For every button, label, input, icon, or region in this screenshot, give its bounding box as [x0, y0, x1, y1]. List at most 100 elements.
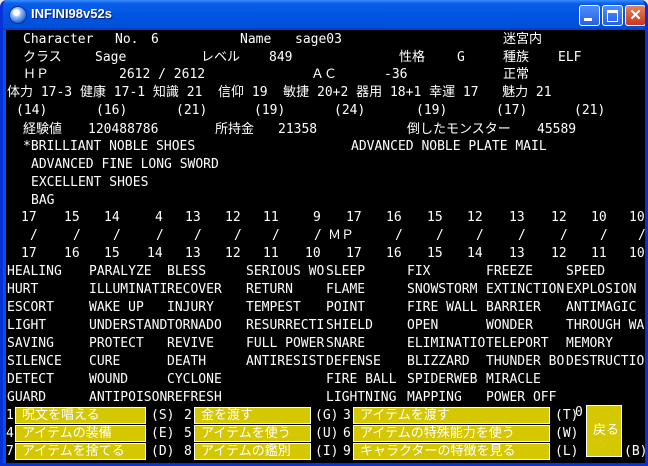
- spell-name[interactable]: DESTRUCTIO: [566, 354, 644, 370]
- menu-button[interactable]: アイテムの鑑別: [194, 443, 311, 460]
- mp-max-value: 11: [263, 246, 279, 261]
- maximize-button[interactable]: [602, 5, 623, 26]
- spell-name[interactable]: MEMORY: [566, 336, 613, 352]
- menu-button[interactable]: 金を渡す: [194, 407, 311, 424]
- menu-button[interactable]: アイテムを使う: [194, 425, 311, 442]
- spell-name[interactable]: MIRACLE: [486, 372, 541, 388]
- back-number: 0: [575, 405, 583, 420]
- spell-name[interactable]: DEFENSE: [326, 354, 381, 370]
- item-slot[interactable]: *BRILLIANT NOBLE SHOES: [23, 139, 195, 155]
- spell-name[interactable]: REFRESH: [167, 390, 222, 406]
- spell-name[interactable]: ESCORT: [7, 300, 54, 316]
- menu-button[interactable]: 呪文を唱える: [15, 407, 146, 424]
- spell-name[interactable]: RESURRECTI: [246, 318, 324, 334]
- spell-name[interactable]: SAVING: [7, 336, 54, 352]
- menu-number: 9: [343, 444, 351, 459]
- minimize-button[interactable]: [579, 5, 600, 26]
- race-label: 種族: [503, 50, 530, 65]
- mp-max-value: 17: [21, 246, 37, 261]
- spell-name[interactable]: SILENCE: [7, 354, 62, 370]
- back-button[interactable]: 戻る: [586, 405, 622, 457]
- spell-name[interactable]: WONDER: [486, 318, 533, 334]
- spell-name[interactable]: FLAME: [326, 282, 365, 298]
- spell-name[interactable]: WAKE UP: [89, 300, 144, 316]
- menu-button-label: アイテムの鑑別: [201, 444, 291, 459]
- spell-name[interactable]: PARALYZE: [89, 264, 152, 280]
- spell-name[interactable]: DETECT: [7, 372, 54, 388]
- mp-current-value: 9: [313, 210, 321, 225]
- spell-name[interactable]: GUARD: [7, 390, 46, 406]
- spell-name[interactable]: SNOWSTORM: [407, 282, 477, 298]
- spell-name[interactable]: THUNDER BO: [486, 354, 564, 370]
- spell-name[interactable]: TELEPORT: [486, 336, 549, 352]
- spell-name[interactable]: SPEED: [566, 264, 605, 280]
- spell-name[interactable]: LIGHTNING: [326, 390, 396, 406]
- mp-max-value: 15: [104, 246, 120, 261]
- spell-name[interactable]: ANTIRESIST: [246, 354, 324, 370]
- spell-name[interactable]: BLESS: [167, 264, 206, 280]
- spell-name[interactable]: DEATH: [167, 354, 206, 370]
- spell-name[interactable]: FIRE BALL: [326, 372, 396, 388]
- item-slot[interactable]: ADVANCED FINE LONG SWORD: [31, 157, 219, 173]
- spell-name[interactable]: BLIZZARD: [407, 354, 470, 370]
- spell-name[interactable]: ILLUMINATI: [89, 282, 167, 298]
- spell-name[interactable]: ANTIPOISON: [89, 390, 167, 406]
- mp-slash: /: [314, 228, 322, 243]
- mp-current-value: 4: [155, 210, 163, 225]
- item-slot[interactable]: ADVANCED NOBLE PLATE MAIL: [351, 139, 547, 155]
- spell-name[interactable]: EXPLOSION: [566, 282, 636, 298]
- spell-name[interactable]: RECOVER: [167, 282, 222, 298]
- menu-button[interactable]: アイテムを捨てる: [15, 443, 146, 460]
- spell-name[interactable]: SHIELD: [326, 318, 373, 334]
- spell-name[interactable]: UNDERSTAND: [89, 318, 167, 334]
- game-screen: Character No. 6 Name sage03 迷宮内 クラス Sage…: [6, 30, 645, 463]
- spell-name[interactable]: CURE: [89, 354, 120, 370]
- item-slot[interactable]: EXCELLENT SHOES: [31, 175, 148, 191]
- spell-name[interactable]: ELIMINATIO: [407, 336, 485, 352]
- spell-name[interactable]: HEALING: [7, 264, 62, 280]
- menu-number: 2: [184, 408, 192, 423]
- spell-name[interactable]: PROTECT: [89, 336, 144, 352]
- spell-name[interactable]: INJURY: [167, 300, 214, 316]
- spell-name[interactable]: SNARE: [326, 336, 365, 352]
- spell-name[interactable]: FIX: [407, 264, 430, 280]
- spell-name[interactable]: TEMPEST: [246, 300, 301, 316]
- spell-name[interactable]: ANTIMAGIC: [566, 300, 636, 316]
- menu-button[interactable]: アイテムの特殊能力を使う: [353, 425, 550, 442]
- spell-name[interactable]: OPEN: [407, 318, 438, 334]
- spell-name[interactable]: SERIOUS WO: [246, 264, 324, 280]
- stat-base-value: (17): [496, 103, 528, 118]
- menu-number: 1: [6, 408, 14, 423]
- menu-button-label: キャラクターの特徴を見る: [360, 444, 516, 459]
- spell-name[interactable]: POWER OFF: [486, 390, 556, 406]
- menu-button[interactable]: キャラクターの特徴を見る: [353, 443, 550, 460]
- item-slot[interactable]: BAG: [31, 193, 54, 209]
- spell-name[interactable]: POINT: [326, 300, 365, 316]
- level-value: 849: [269, 50, 293, 65]
- alignment-label: 性格: [399, 50, 426, 65]
- spell-name[interactable]: LIGHT: [7, 318, 46, 334]
- spell-name[interactable]: RETURN: [246, 282, 293, 298]
- spell-name[interactable]: SPIDERWEB: [407, 372, 477, 388]
- spell-name[interactable]: FIRE WALL: [407, 300, 477, 316]
- spell-name[interactable]: EXTINCTION: [486, 282, 564, 298]
- spell-name[interactable]: REVIVE: [167, 336, 214, 352]
- menu-button[interactable]: アイテムの装備: [15, 425, 146, 442]
- title-bar[interactable]: INFINI98v52s ✕: [3, 0, 645, 30]
- mp-max-value: 13: [509, 246, 525, 261]
- spell-name[interactable]: WOUND: [89, 372, 128, 388]
- menu-button[interactable]: アイテムを渡す: [353, 407, 550, 424]
- mp-max-value: 14: [147, 246, 163, 261]
- spell-name[interactable]: FREEZE: [486, 264, 533, 280]
- spell-name[interactable]: TORNADO: [167, 318, 222, 334]
- spell-name[interactable]: HURT: [7, 282, 38, 298]
- stat-base-value: (19): [254, 103, 286, 118]
- spell-name[interactable]: MAPPING: [407, 390, 462, 406]
- spell-name[interactable]: BARRIER: [486, 300, 541, 316]
- spell-name[interactable]: SLEEP: [326, 264, 365, 280]
- gold-label: 所持金: [215, 122, 255, 137]
- spell-name[interactable]: FULL POWER: [246, 336, 324, 352]
- spell-name[interactable]: THROUGH WA: [566, 318, 644, 334]
- spell-name[interactable]: CYCLONE: [167, 372, 222, 388]
- close-button[interactable]: ✕: [625, 5, 645, 26]
